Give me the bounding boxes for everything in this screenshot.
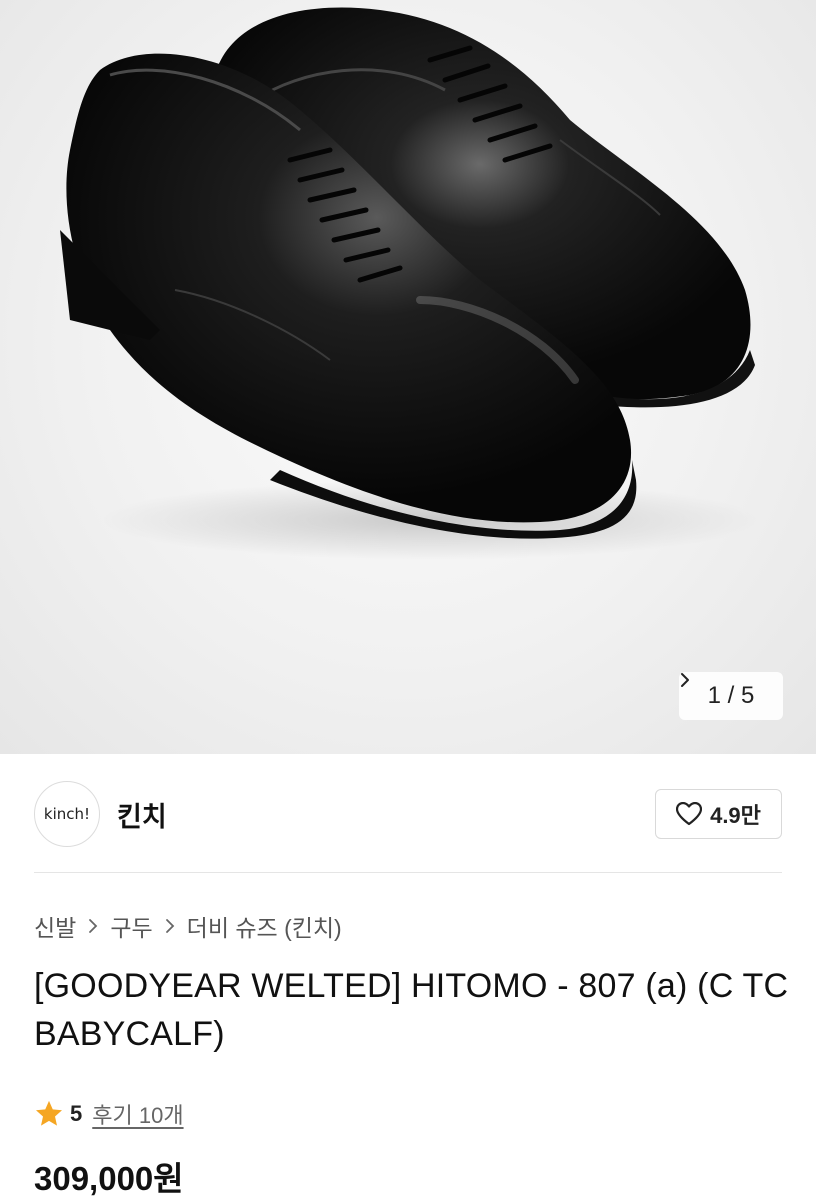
rating-row: 5 후기 10개 <box>34 1096 184 1132</box>
breadcrumb: 신발 구두 더비 슈즈 (킨치) <box>34 908 342 944</box>
chevron-right-icon <box>89 919 98 933</box>
breadcrumb-item-derby[interactable]: 더비 슈즈 (킨치) <box>187 909 342 943</box>
gallery-counter-text: 1 / 5 <box>707 682 755 709</box>
breadcrumb-item-dress-shoes[interactable]: 구두 <box>110 909 152 943</box>
product-image-gallery[interactable]: 1 / 5 <box>0 0 816 754</box>
chevron-right-icon[interactable] <box>679 672 691 688</box>
store-name[interactable]: 킨치 <box>117 795 167 834</box>
store-logo-text: kinch! <box>43 805 91 823</box>
store-row: kinch! 킨치 4.9만 <box>34 780 782 848</box>
rating-value: 5 <box>70 1101 83 1126</box>
breadcrumb-item-shoes[interactable]: 신발 <box>34 909 76 943</box>
product-price: 309,000원 <box>34 1160 184 1197</box>
product-title: [GOODYEAR WELTED] HITOMO - 807 (a) (C TC… <box>34 967 789 1053</box>
like-count: 4.9만 <box>710 803 761 828</box>
star-icon <box>36 1100 62 1126</box>
gallery-counter[interactable]: 1 / 5 <box>679 672 783 720</box>
heart-outline-icon <box>676 802 703 826</box>
product-image[interactable] <box>0 0 816 754</box>
divider <box>34 872 782 873</box>
like-button[interactable]: 4.9만 <box>655 789 782 839</box>
store-logo[interactable]: kinch! <box>34 781 100 847</box>
chevron-right-icon <box>165 919 174 933</box>
review-link[interactable]: 후기 10개 <box>92 1098 183 1130</box>
